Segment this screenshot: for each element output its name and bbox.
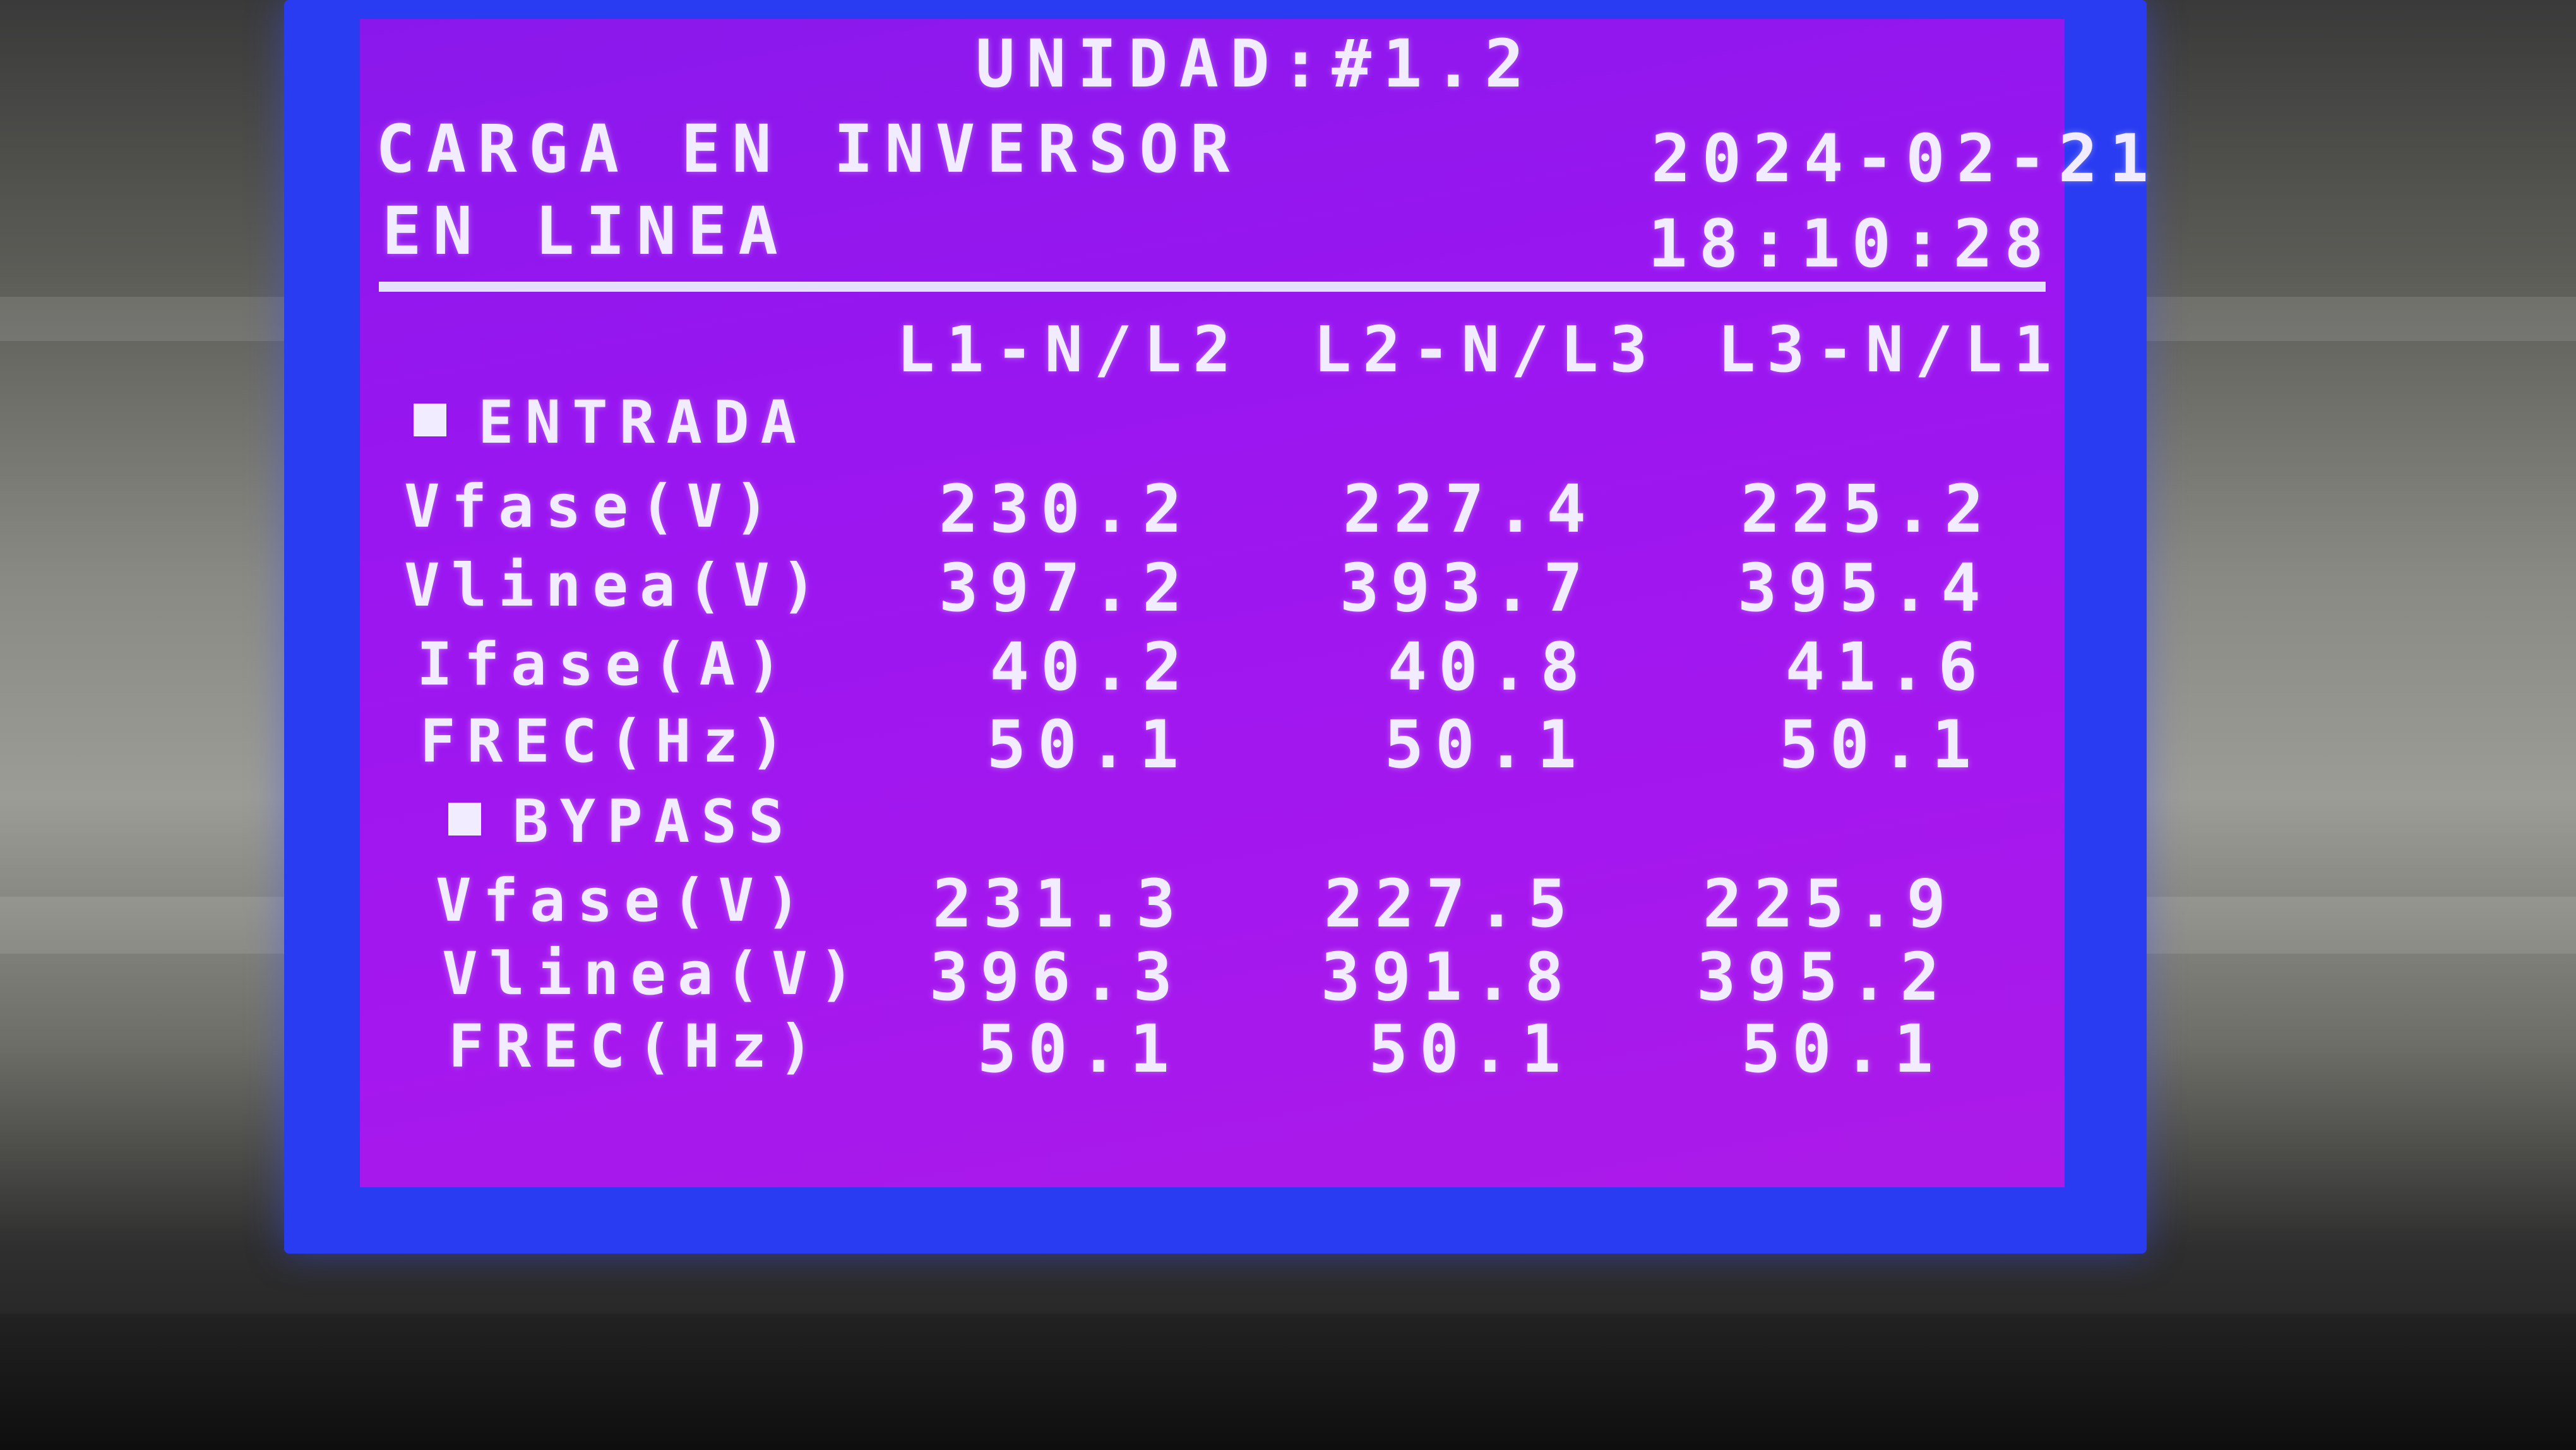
value-cell: 50.1 xyxy=(1779,706,1983,783)
section-title: BYPASS xyxy=(513,788,796,856)
row-label: FREC(Hz) xyxy=(420,707,797,776)
value-cell: 40.8 xyxy=(1387,628,1591,705)
row-label: Vfase(V) xyxy=(436,866,813,935)
device-bottom-edge xyxy=(0,1314,2576,1450)
value-cell: 50.1 xyxy=(1368,1010,1572,1088)
section-bullet-icon xyxy=(414,404,446,437)
row-label: FREC(Hz) xyxy=(448,1012,825,1081)
value-cell: 50.1 xyxy=(1741,1010,1945,1088)
value-cell: 391.8 xyxy=(1320,938,1575,1016)
mode-text: CARGA EN INVERSOR xyxy=(376,111,1241,188)
column-header-l3: L3-N/L1 xyxy=(1717,313,2063,386)
value-cell: 230.2 xyxy=(938,470,1193,548)
value-cell: 395.4 xyxy=(1737,549,1992,626)
value-cell: 393.7 xyxy=(1339,549,1594,626)
section-bullet-icon xyxy=(448,803,481,836)
status-text: EN LINEA xyxy=(382,193,789,270)
column-header-l2: L2-N/L3 xyxy=(1313,313,1659,386)
value-cell: 41.6 xyxy=(1785,628,1989,705)
value-cell: 225.2 xyxy=(1740,470,1995,548)
header-divider xyxy=(379,282,2046,292)
value-cell: 231.3 xyxy=(932,865,1187,942)
row-label: Vfase(V) xyxy=(404,472,781,541)
value-cell: 40.2 xyxy=(989,628,1193,705)
section-title: ENTRADA xyxy=(478,388,808,457)
value-cell: 397.2 xyxy=(938,549,1193,626)
value-cell: 50.1 xyxy=(1384,706,1588,783)
value-cell: 395.2 xyxy=(1696,938,1951,1016)
time-text: 18:10:28 xyxy=(1648,205,2055,282)
value-cell: 396.3 xyxy=(929,938,1184,1016)
section-entrada: ENTRADA xyxy=(414,388,808,457)
column-header-l1: L1-N/L2 xyxy=(897,313,1243,386)
row-label: Vlinea(V) xyxy=(442,940,866,1009)
date-text: 2024-02-21 xyxy=(1651,120,2161,197)
unit-title: UNIDAD:#1.2 xyxy=(975,25,1535,102)
section-bypass: BYPASS xyxy=(448,788,796,856)
value-cell: 50.1 xyxy=(977,1010,1181,1088)
value-cell: 225.9 xyxy=(1702,865,1957,942)
value-cell: 50.1 xyxy=(986,706,1190,783)
row-label: Ifase(A) xyxy=(417,630,794,699)
value-cell: 227.5 xyxy=(1323,865,1578,942)
row-label: Vlinea(V) xyxy=(404,551,828,620)
value-cell: 227.4 xyxy=(1342,470,1597,548)
